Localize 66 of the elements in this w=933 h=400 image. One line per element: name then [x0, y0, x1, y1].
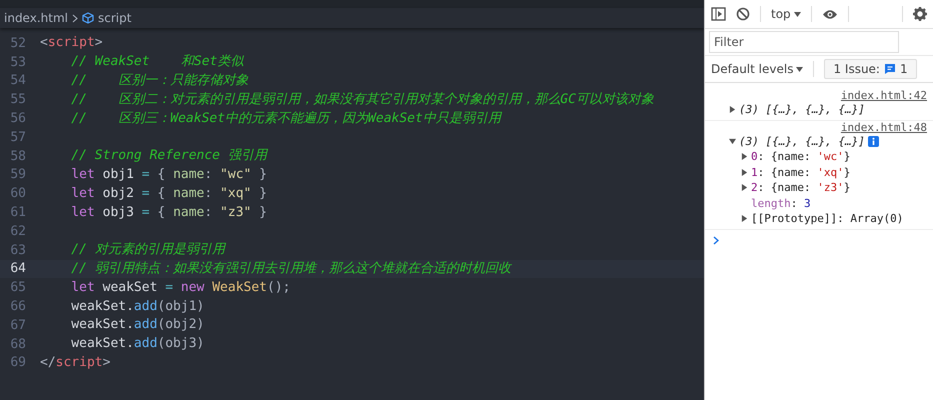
- code-line: // 区别二：对元素的引用是弱引用，如果没有其它引用对某个对象的引用，那么GC可以对该对象: [70, 90, 654, 109]
- object-entry[interactable]: 0: {name: 'wc'}: [751, 150, 850, 164]
- expand-arrow-icon[interactable]: [741, 184, 748, 192]
- line-number: 66: [9, 299, 27, 314]
- object-entry[interactable]: 2: {name: 'z3'}: [751, 181, 850, 194]
- code-line: let obj1 = { name: "wc" }: [70, 166, 268, 184]
- prompt-icon: [713, 236, 719, 244]
- line-number: 52: [9, 36, 27, 51]
- settings-icon[interactable]: [913, 7, 927, 21]
- expand-arrow-icon[interactable]: [741, 215, 748, 222]
- code-line: let weakSet = new WeakSet();: [70, 278, 290, 297]
- line-number: 69: [9, 355, 27, 370]
- array-summary[interactable]: (3) [{…}, {…}, {…}]: [739, 103, 865, 116]
- code-line: // 区别三：WeakSet中的元素不能遍历，因为WeakSet中只是弱引用: [70, 110, 501, 128]
- line-number: 58: [9, 148, 27, 164]
- object-entry[interactable]: 1: {name: 'xq'}: [751, 166, 850, 179]
- code-line: weakSet.add(obj2): [70, 316, 204, 334]
- line-number: 57: [9, 130, 27, 145]
- breadcrumb-symbol[interactable]: script: [98, 11, 132, 25]
- code-line: // WeakSet 和Set类似: [70, 53, 244, 72]
- array-summary[interactable]: (3) [{…}, {…}, {…}]: [739, 134, 865, 148]
- expand-arrow-icon[interactable]: [729, 106, 736, 114]
- cube-icon: [82, 12, 94, 24]
- line-number: 56: [9, 111, 27, 126]
- line-number: 68: [9, 336, 27, 352]
- line-number: 55: [9, 92, 27, 108]
- expand-arrow-icon[interactable]: [741, 168, 748, 176]
- code-line: // 弱引用特点：如果没有强引用去引用堆，那么这个堆就在合适的时机回收: [70, 260, 511, 278]
- log-levels-dropdown[interactable]: Default levels: [711, 62, 804, 76]
- property-entry: length: 3: [751, 196, 811, 210]
- collapse-arrow-icon[interactable]: [729, 138, 736, 145]
- source-link[interactable]: index.html:42: [840, 89, 927, 102]
- line-number: 63: [9, 242, 27, 258]
- code-line: let obj3 = { name: "z3" }: [70, 204, 268, 222]
- context-dropdown[interactable]: top: [771, 7, 801, 21]
- line-number: 64: [9, 261, 27, 276]
- code-line: </script>: [40, 354, 110, 372]
- filter-field[interactable]: Filter: [709, 31, 899, 53]
- line-number: 61: [9, 205, 27, 220]
- line-number: 59: [9, 167, 27, 182]
- code-line: <script>: [40, 34, 103, 52]
- code-line: // 区别一：只能存储对象: [70, 72, 248, 90]
- line-number: 62: [9, 224, 27, 239]
- line-number: 53: [9, 54, 27, 70]
- object-entry[interactable]: [[Prototype]]: Array(0): [751, 212, 904, 226]
- code-line: weakSet.add(obj1): [70, 298, 204, 316]
- code-line: let obj2 = { name: "xq" }: [70, 184, 268, 203]
- info-icon: [868, 136, 879, 147]
- expand-arrow-icon[interactable]: [741, 153, 748, 160]
- breadcrumb-file[interactable]: index.html: [4, 11, 68, 25]
- line-number: 54: [9, 73, 27, 88]
- caret-icon: [796, 66, 804, 72]
- chevron-right-icon: [72, 14, 78, 22]
- eye-icon[interactable]: [822, 8, 838, 20]
- code-line: // Strong Reference 强引用: [70, 147, 267, 166]
- line-number: 65: [9, 280, 27, 296]
- line-number: 60: [9, 186, 27, 202]
- sidebar-toggle-button[interactable]: [711, 7, 726, 21]
- code-line: weakSet.add(obj3): [70, 335, 204, 354]
- issues-button[interactable]: 1 Issue: 1: [824, 59, 917, 79]
- line-number: 67: [9, 318, 27, 333]
- source-link[interactable]: index.html:48: [840, 120, 927, 134]
- caret-icon: [794, 12, 801, 16]
- clear-console-button[interactable]: [736, 7, 750, 21]
- message-icon: [884, 63, 896, 75]
- code-line: // 对元素的引用是弱引用: [70, 241, 225, 260]
